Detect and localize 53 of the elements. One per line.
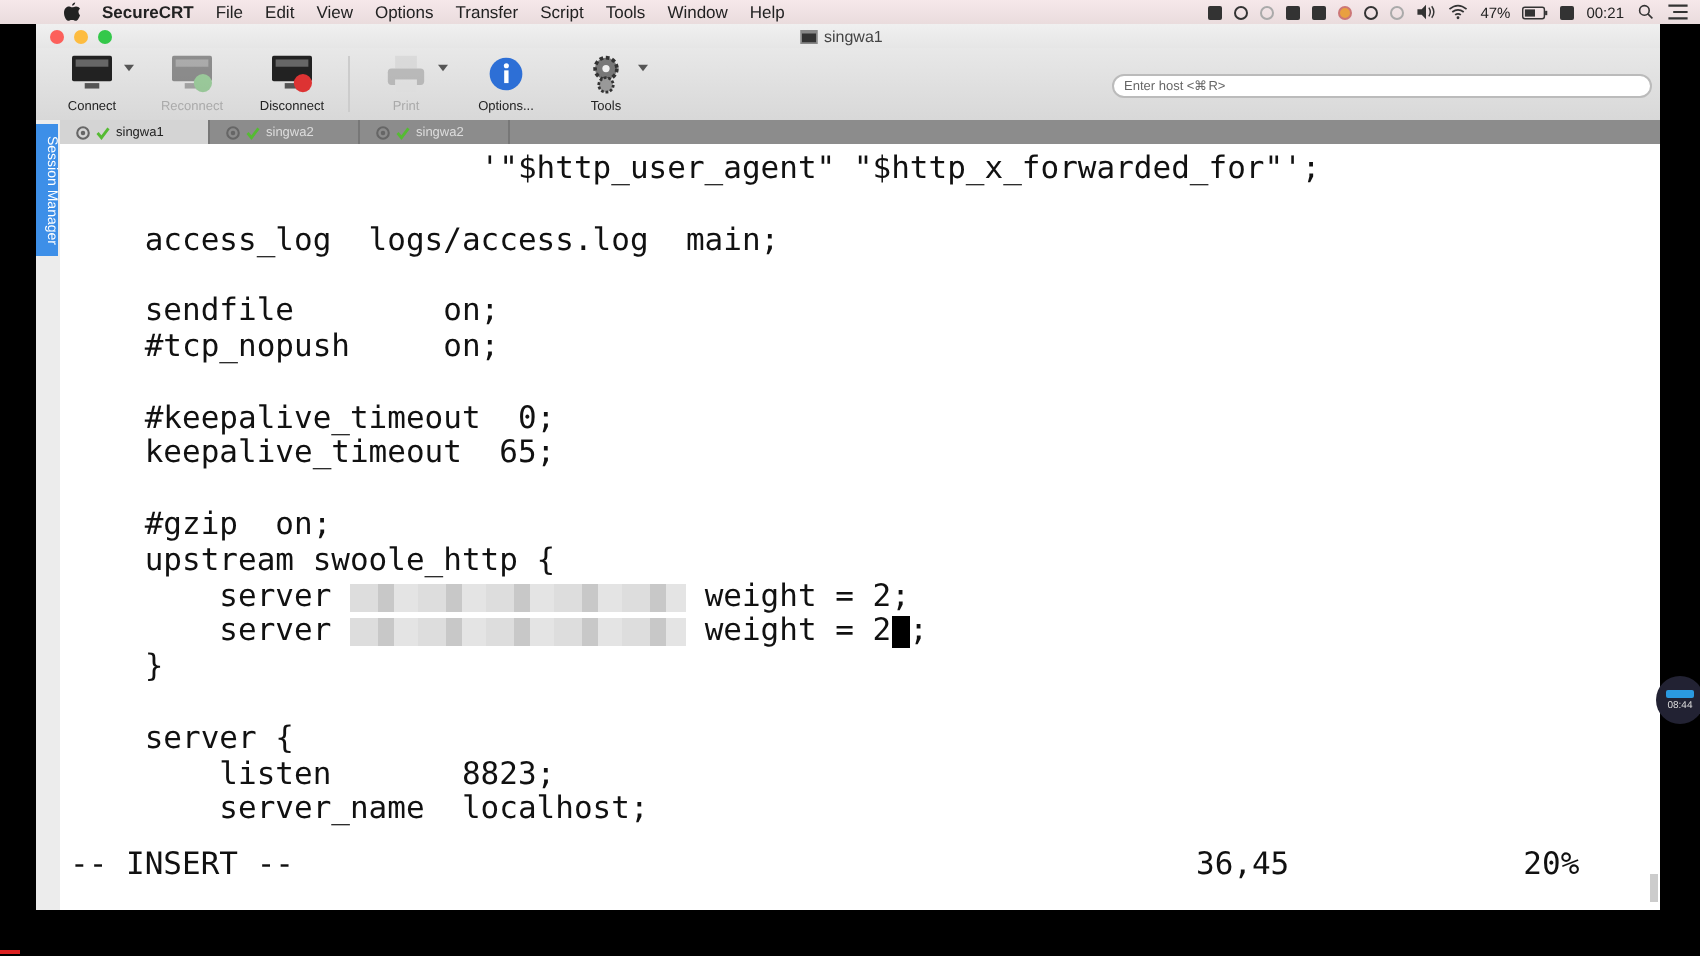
code-text: weight = 2; — [702, 579, 910, 615]
record-icon[interactable] — [1234, 5, 1249, 19]
menu-item[interactable]: View — [316, 2, 353, 22]
code-text: ; — [909, 614, 928, 651]
code-text: #tcp_nopush on; — [142, 329, 500, 366]
wifi-icon[interactable] — [1448, 4, 1469, 20]
code-text: '"$http_user_agent" "$http_x_forwarded_for"'; — [478, 152, 1321, 188]
code-text: } — [142, 650, 164, 686]
code-text: access_log logs/access.log main; — [142, 223, 780, 259]
close-button[interactable] — [50, 29, 64, 43]
code-text: listen 8823; — [217, 757, 556, 793]
monitor-icon — [170, 54, 214, 94]
check-icon — [96, 125, 110, 139]
code-text: keepalive_timeout 65; — [142, 436, 556, 473]
code-text: server { — [142, 721, 294, 758]
text-cursor — [891, 616, 910, 649]
menu-item[interactable]: File — [215, 2, 244, 22]
code-text: server_name localhost; — [217, 792, 649, 829]
menu-item[interactable]: Tools — [605, 2, 646, 22]
monitor-icon — [270, 54, 314, 94]
check-icon — [246, 125, 260, 139]
app-menu[interactable]: SecureCRT — [102, 2, 194, 22]
code-text: server — [217, 579, 332, 615]
code-text: server — [217, 614, 334, 651]
status-icon[interactable] — [1560, 5, 1575, 19]
caret-icon — [438, 64, 448, 72]
code-text: weight = 2 — [702, 614, 892, 651]
info-icon — [484, 54, 528, 94]
status-icon[interactable] — [1208, 5, 1223, 19]
menu-item[interactable]: Edit — [265, 2, 295, 22]
check-icon — [396, 125, 410, 139]
vim-mode: -- INSERT -- — [70, 848, 294, 884]
code-text: #gzip on; — [142, 507, 332, 544]
scroll-percent: 20% — [1523, 848, 1580, 884]
volume-icon[interactable] — [1416, 4, 1437, 20]
terminal-icon — [800, 29, 818, 43]
code-text: sendfile on; — [142, 294, 500, 330]
list-icon[interactable] — [1668, 4, 1688, 20]
code-text: #keepalive_timeout 0; — [142, 401, 556, 437]
search-icon[interactable] — [1636, 4, 1656, 20]
apple-logo-icon[interactable] — [64, 2, 80, 22]
cursor-position: 36,45 — [1195, 848, 1290, 884]
menu-item[interactable]: Help — [749, 2, 785, 22]
menu-item[interactable]: Transfer — [455, 2, 519, 22]
code-text: upstream swoole_http { — [142, 543, 556, 580]
battery-icon[interactable] — [1522, 5, 1549, 19]
menu-item[interactable]: Options — [374, 2, 434, 22]
caret-icon — [638, 64, 648, 72]
menu-item[interactable]: Script — [540, 2, 584, 22]
caret-icon — [124, 64, 134, 72]
monitor-icon — [70, 54, 114, 94]
menu-item[interactable]: Window — [667, 2, 728, 22]
window-title: singwa1 — [824, 27, 883, 45]
